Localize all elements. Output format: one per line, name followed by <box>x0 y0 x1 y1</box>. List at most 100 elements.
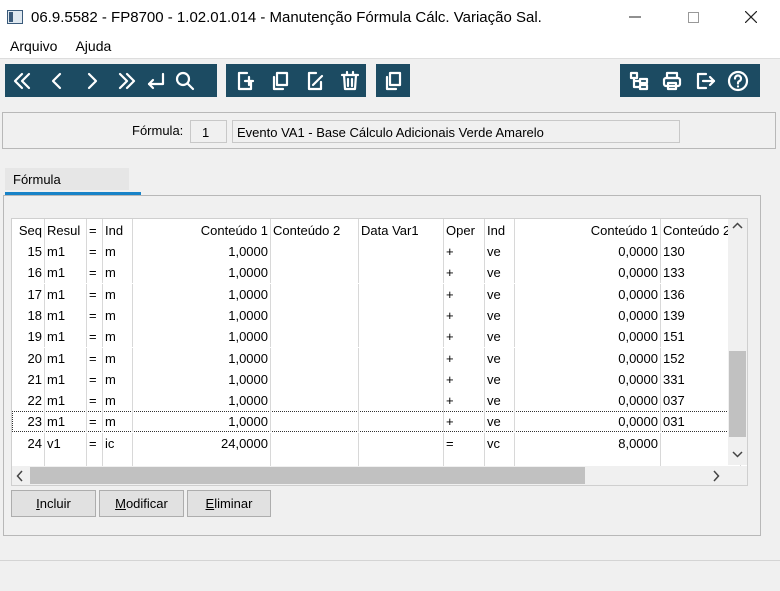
grid-cell[interactable] <box>271 283 359 305</box>
grid-cell[interactable]: 0,0000 <box>515 411 661 433</box>
grid-cell[interactable]: 16 <box>12 262 45 284</box>
grid-header-cell[interactable]: Conteúdo 1 <box>515 219 661 241</box>
previous-record-button[interactable] <box>42 66 71 95</box>
new-record-button[interactable] <box>230 66 259 95</box>
grid-cell[interactable] <box>271 304 359 326</box>
grid-cell[interactable]: m <box>103 390 133 412</box>
grid-cell[interactable]: 20 <box>12 347 45 369</box>
grid-cell[interactable] <box>271 262 359 284</box>
grid-cell[interactable]: = <box>87 347 103 369</box>
grid-cell[interactable]: + <box>444 283 485 305</box>
scroll-right-icon[interactable] <box>712 467 720 485</box>
grid-cell[interactable]: ve <box>485 368 515 390</box>
grid-cell[interactable]: m1 <box>45 304 87 326</box>
grid-header-cell[interactable]: Seq <box>12 219 45 241</box>
grid-cell[interactable]: + <box>444 262 485 284</box>
grid-cell[interactable]: m <box>103 262 133 284</box>
grid-cell[interactable] <box>359 390 444 412</box>
grid-cell[interactable]: 17 <box>12 283 45 305</box>
minimize-button[interactable] <box>606 0 664 34</box>
grid-cell[interactable]: m <box>103 326 133 348</box>
grid-cell[interactable]: ve <box>485 304 515 326</box>
grid-cell[interactable]: 1,0000 <box>133 368 271 390</box>
tab-formula[interactable]: Fórmula <box>5 168 141 195</box>
grid-cell[interactable]: 0,0000 <box>515 368 661 390</box>
print-button[interactable] <box>657 66 686 95</box>
grid-cell[interactable]: ve <box>485 241 515 262</box>
grid-cell[interactable]: m1 <box>45 368 87 390</box>
grid-cell[interactable]: 24 <box>12 432 45 454</box>
grid-cell[interactable]: m1 <box>45 411 87 433</box>
search-button[interactable] <box>170 66 199 95</box>
grid-cell[interactable] <box>359 262 444 284</box>
grid-cell[interactable]: = <box>87 241 103 262</box>
close-button[interactable] <box>722 0 780 34</box>
copy-record-button[interactable] <box>265 66 294 95</box>
grid-cell[interactable]: + <box>444 390 485 412</box>
maximize-button[interactable] <box>664 0 722 34</box>
grid-cell[interactable]: m1 <box>45 390 87 412</box>
grid-cell[interactable]: 1,0000 <box>133 411 271 433</box>
grid-cell[interactable] <box>271 241 359 262</box>
grid-cell[interactable]: = <box>87 326 103 348</box>
help-button[interactable] <box>723 66 752 95</box>
grid-cell[interactable] <box>359 432 444 454</box>
formula-description-field[interactable]: Evento VA1 - Base Cálculo Adicionais Ver… <box>232 120 680 143</box>
grid-cell[interactable] <box>359 368 444 390</box>
grid-cell[interactable]: ve <box>485 262 515 284</box>
first-record-button[interactable] <box>7 66 36 95</box>
incluir-button[interactable]: Incluir <box>11 490 96 517</box>
vertical-scrollbar[interactable] <box>728 219 747 465</box>
grid-cell[interactable]: + <box>444 411 485 433</box>
grid-cell[interactable]: 21 <box>12 368 45 390</box>
grid-cell[interactable]: = <box>87 411 103 433</box>
grid-cell[interactable] <box>271 411 359 433</box>
grid-cell[interactable] <box>359 347 444 369</box>
grid-cell[interactable] <box>359 326 444 348</box>
grid-cell[interactable]: 1,0000 <box>133 262 271 284</box>
grid-cell[interactable]: 0,0000 <box>515 326 661 348</box>
grid-cell[interactable]: m1 <box>45 347 87 369</box>
grid-cell[interactable]: m <box>103 411 133 433</box>
grid-cell[interactable]: = <box>87 368 103 390</box>
vertical-scroll-thumb[interactable] <box>729 351 746 437</box>
grid-cell[interactable] <box>359 411 444 433</box>
grid-cell[interactable] <box>359 283 444 305</box>
grid-header-cell[interactable]: Conteúdo 2 <box>271 219 359 241</box>
last-record-button[interactable] <box>112 66 141 95</box>
next-record-button[interactable] <box>77 66 106 95</box>
horizontal-scroll-thumb[interactable] <box>30 467 585 484</box>
tree-view-button[interactable] <box>624 66 653 95</box>
grid-cell[interactable]: 1,0000 <box>133 283 271 305</box>
grid-header-cell[interactable]: Ind <box>103 219 133 241</box>
grid-cell[interactable]: 0,0000 <box>515 390 661 412</box>
grid-header-cell[interactable]: Ind <box>485 219 515 241</box>
grid-cell[interactable]: 1,0000 <box>133 326 271 348</box>
grid-cell[interactable] <box>271 432 359 454</box>
formula-number-field[interactable]: 1 <box>190 120 227 143</box>
grid-cell[interactable]: m1 <box>45 326 87 348</box>
duplicate-button[interactable] <box>378 66 407 95</box>
grid-cell[interactable]: 1,0000 <box>133 347 271 369</box>
grid-cell[interactable]: 24,0000 <box>133 432 271 454</box>
grid-cell[interactable]: = <box>87 304 103 326</box>
grid-cell[interactable]: 1,0000 <box>133 241 271 262</box>
delete-record-button[interactable] <box>335 66 364 95</box>
grid-cell[interactable]: 0,0000 <box>515 283 661 305</box>
grid-cell[interactable]: m <box>103 241 133 262</box>
grid-cell[interactable]: + <box>444 304 485 326</box>
grid-cell[interactable]: + <box>444 241 485 262</box>
edit-record-button[interactable] <box>300 66 329 95</box>
grid-cell[interactable] <box>271 390 359 412</box>
grid-cell[interactable]: 22 <box>12 390 45 412</box>
scroll-up-icon[interactable] <box>732 221 743 232</box>
grid-cell[interactable]: 23 <box>12 411 45 433</box>
grid-cell[interactable]: m <box>103 283 133 305</box>
grid-cell[interactable]: vc <box>485 432 515 454</box>
grid-cell[interactable]: = <box>87 432 103 454</box>
grid-cell[interactable]: 0,0000 <box>515 304 661 326</box>
grid-header-cell[interactable]: Resul <box>45 219 87 241</box>
modificar-button[interactable]: Modificar <box>99 490 184 517</box>
grid-cell[interactable]: = <box>444 432 485 454</box>
grid-cell[interactable]: v1 <box>45 432 87 454</box>
